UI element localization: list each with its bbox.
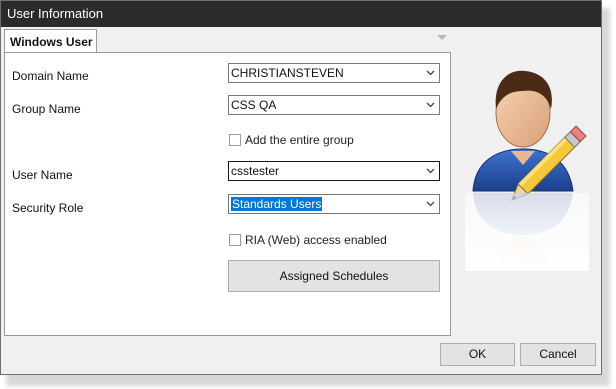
tab-strip: Windows User <box>4 29 454 53</box>
group-name-combo[interactable]: CSS QA <box>228 95 440 115</box>
tab-overflow-icon[interactable] <box>437 35 447 40</box>
entire-group-checkbox[interactable] <box>229 134 241 146</box>
user-name-combo[interactable]: csstester <box>228 161 440 181</box>
user-information-dialog: User Information Windows User Domain Nam… <box>0 0 602 375</box>
user-edit-icon <box>465 70 589 271</box>
ria-access-checkbox[interactable] <box>229 234 241 246</box>
user-name-value: csstester <box>231 164 280 178</box>
window-title: User Information <box>1 1 601 27</box>
group-name-value: CSS QA <box>231 98 277 112</box>
ok-button[interactable]: OK <box>440 343 515 366</box>
entire-group-option[interactable]: Add the entire group <box>229 133 354 147</box>
ria-access-label: RIA (Web) access enabled <box>245 233 387 247</box>
ria-access-option[interactable]: RIA (Web) access enabled <box>229 233 387 247</box>
chevron-down-icon[interactable] <box>426 199 435 208</box>
entire-group-label: Add the entire group <box>245 133 354 147</box>
domain-name-label: Domain Name <box>12 69 89 83</box>
windows-user-panel: Domain Name CHRISTIANSTEVEN Group Name C… <box>4 52 451 336</box>
chevron-down-icon[interactable] <box>426 68 435 77</box>
tab-windows-user[interactable]: Windows User <box>4 29 97 53</box>
security-role-combo[interactable]: Standards Users <box>228 194 440 214</box>
cancel-button[interactable]: Cancel <box>520 343 596 366</box>
chevron-down-icon[interactable] <box>426 100 435 109</box>
user-name-label: User Name <box>12 168 73 182</box>
group-name-label: Group Name <box>12 102 81 116</box>
security-role-label: Security Role <box>12 201 84 215</box>
domain-name-value: CHRISTIANSTEVEN <box>231 66 344 80</box>
security-role-value: Standards Users <box>231 197 323 211</box>
chevron-down-icon[interactable] <box>426 166 435 175</box>
assigned-schedules-button[interactable]: Assigned Schedules <box>228 260 440 292</box>
domain-name-combo[interactable]: CHRISTIANSTEVEN <box>228 63 440 83</box>
